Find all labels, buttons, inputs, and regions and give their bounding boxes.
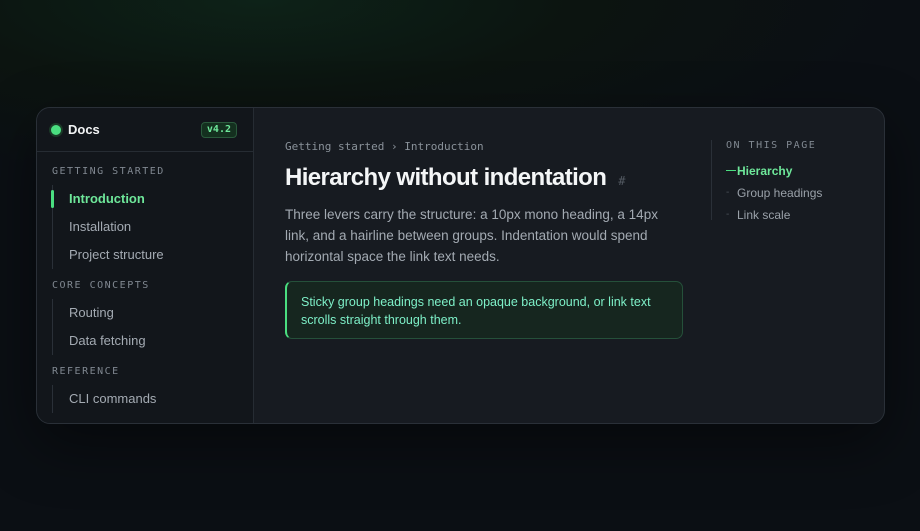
toc-items: — Hierarchy - Group headings - Link scal… xyxy=(726,160,822,226)
docs-window: Docs v4.2 GETTING STARTED Introduction I… xyxy=(36,107,885,424)
nav-group-heading: GETTING STARTED xyxy=(52,166,165,177)
nav-group-links: Routing Data fetching xyxy=(52,299,253,355)
title-row: Hierarchy without indentation # xyxy=(285,164,626,192)
table-of-contents: ON THIS PAGE — Hierarchy - Group heading… xyxy=(711,140,822,222)
sidebar: Docs v4.2 GETTING STARTED Introduction I… xyxy=(37,108,254,423)
toc-item-label: Group headings xyxy=(737,186,823,200)
nav-group-reference: REFERENCE CLI commands xyxy=(52,365,253,413)
version-badge[interactable]: v4.2 xyxy=(200,121,237,138)
toc-item-hierarchy[interactable]: — Hierarchy xyxy=(726,160,822,182)
nav-group-heading: REFERENCE xyxy=(52,366,120,377)
heading-anchor-icon[interactable]: # xyxy=(618,174,625,188)
brand-status-dot-icon xyxy=(51,124,61,135)
toc-active-dash-icon: — xyxy=(726,165,736,176)
toc-item-label: Link scale xyxy=(737,208,791,222)
callout-note: Sticky group headings need an opaque bac… xyxy=(285,281,683,339)
sidebar-item-routing[interactable]: Routing xyxy=(53,299,253,327)
toc-dash-icon: - xyxy=(726,209,730,220)
toc-item-label: Hierarchy xyxy=(737,164,793,178)
toc-heading: ON THIS PAGE xyxy=(726,140,817,151)
toc-item-group-headings[interactable]: - Group headings xyxy=(726,182,822,204)
main-content: Getting started › Introduction Hierarchy… xyxy=(254,108,884,423)
breadcrumb[interactable]: Getting started › Introduction xyxy=(285,140,484,153)
intro-paragraph: Three levers carry the structure: a 10px… xyxy=(285,207,658,264)
sidebar-item-cli-commands[interactable]: CLI commands xyxy=(53,385,253,413)
toc-item-link-scale[interactable]: - Link scale xyxy=(726,204,822,226)
nav-group-core-concepts: CORE CONCEPTS Routing Data fetching xyxy=(52,279,253,355)
brand[interactable]: Docs xyxy=(51,122,100,137)
toc-dash-icon: - xyxy=(726,187,730,198)
sidebar-header: Docs v4.2 xyxy=(37,108,253,152)
sidebar-item-project-structure[interactable]: Project structure xyxy=(53,241,253,269)
brand-name: Docs xyxy=(68,122,100,137)
nav-group-heading: CORE CONCEPTS xyxy=(52,280,150,291)
page-title: Hierarchy without indentation xyxy=(285,164,607,191)
sidebar-item-data-fetching[interactable]: Data fetching xyxy=(53,327,253,355)
nav-group-getting-started: GETTING STARTED Introduction Installatio… xyxy=(51,165,253,269)
sidebar-item-installation[interactable]: Installation xyxy=(53,213,253,241)
sidebar-item-introduction[interactable]: Introduction xyxy=(51,185,253,213)
nav-group-links: Introduction Installation Project struct… xyxy=(51,185,253,269)
nav-group-links: CLI commands xyxy=(52,385,253,413)
